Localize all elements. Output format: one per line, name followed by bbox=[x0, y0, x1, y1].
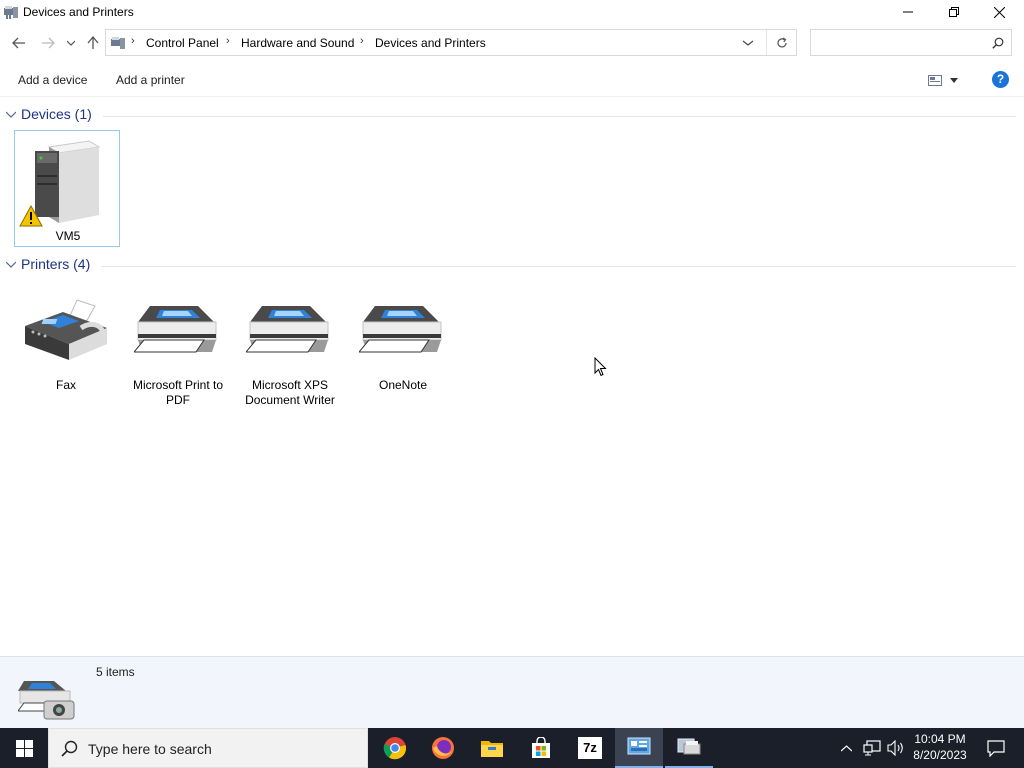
taskbar-store[interactable] bbox=[517, 728, 565, 768]
breadcrumb-hardware-and-sound[interactable]: Hardware and Sound bbox=[241, 36, 354, 50]
group-divider bbox=[101, 266, 1016, 267]
printer-tile-microsoft-xps-document-writer[interactable]: Microsoft XPS Document Writer bbox=[237, 290, 343, 410]
printer-label: Fax bbox=[55, 378, 76, 392]
caret-down-icon bbox=[950, 77, 958, 83]
device-tile-vm5[interactable]: VM5 bbox=[14, 130, 120, 247]
address-history-button[interactable] bbox=[736, 30, 760, 55]
printers-group-header[interactable]: Printers (4) bbox=[6, 256, 1016, 276]
printer-icon bbox=[246, 306, 329, 353]
command-bar: Add a device Add a printer ? bbox=[0, 64, 1024, 97]
show-hidden-icons-button[interactable] bbox=[836, 728, 856, 768]
add-printer-button[interactable]: Add a printer bbox=[116, 73, 185, 87]
minimize-button[interactable] bbox=[885, 0, 931, 24]
details-pane: 5 items bbox=[0, 656, 1024, 729]
back-arrow-icon bbox=[12, 37, 25, 49]
search-icon bbox=[61, 740, 78, 757]
taskbar-file-explorer[interactable] bbox=[468, 728, 516, 768]
devices-group-header[interactable]: Devices (1) bbox=[6, 106, 1016, 126]
windows-logo-icon bbox=[15, 739, 33, 757]
clock-date: 8/20/2023 bbox=[913, 748, 967, 762]
store-icon bbox=[532, 737, 550, 758]
help-button[interactable]: ? bbox=[992, 71, 1009, 88]
chevron-up-icon bbox=[840, 744, 852, 751]
breadcrumb-separator[interactable]: › bbox=[360, 35, 364, 47]
taskbar-firefox[interactable] bbox=[419, 728, 467, 768]
mouse-cursor-icon bbox=[594, 357, 607, 377]
printers-group-title: Printers (4) bbox=[21, 256, 91, 272]
fax-icon bbox=[25, 299, 107, 360]
printer-label: Microsoft XPS Document Writer bbox=[245, 378, 335, 407]
close-button[interactable] bbox=[976, 0, 1022, 24]
group-divider bbox=[103, 116, 1016, 117]
printer-icon bbox=[134, 306, 217, 353]
taskbar-search-placeholder: Type here to search bbox=[88, 741, 212, 757]
firefox-icon bbox=[432, 737, 454, 759]
close-icon bbox=[993, 6, 1005, 18]
forward-button[interactable] bbox=[37, 32, 59, 54]
speaker-icon bbox=[887, 740, 903, 756]
collapse-chevron-icon bbox=[6, 111, 16, 118]
forward-arrow-icon bbox=[42, 37, 55, 49]
up-arrow-icon bbox=[87, 36, 99, 49]
action-center-button[interactable] bbox=[976, 728, 1016, 768]
minimize-icon bbox=[903, 11, 913, 13]
chrome-icon bbox=[383, 737, 407, 760]
search-icon bbox=[992, 37, 1004, 49]
network-icon bbox=[863, 740, 881, 756]
device-label: VM5 bbox=[55, 229, 81, 243]
item-count: 5 items bbox=[96, 665, 135, 679]
change-view-button[interactable] bbox=[928, 70, 968, 90]
printer-label: Microsoft Print to PDF bbox=[132, 378, 224, 407]
notification-icon bbox=[987, 739, 1005, 757]
network-button[interactable] bbox=[860, 728, 884, 768]
back-button[interactable] bbox=[8, 32, 30, 54]
address-bar[interactable]: › Control Panel › Hardware and Sound › D… bbox=[105, 29, 797, 56]
control-panel-location-icon bbox=[111, 37, 125, 49]
taskbar-control-panel[interactable] bbox=[615, 728, 663, 768]
view-options-icon bbox=[928, 74, 942, 86]
devices-group-title: Devices (1) bbox=[21, 106, 92, 122]
refresh-icon bbox=[777, 36, 787, 47]
collapse-chevron-icon bbox=[6, 261, 16, 268]
taskbar-7zip[interactable]: 7z bbox=[566, 728, 614, 768]
printer-label: OneNote bbox=[378, 378, 428, 392]
restore-icon bbox=[949, 7, 959, 17]
search-input[interactable] bbox=[815, 33, 989, 54]
printer-tile-onenote[interactable]: OneNote bbox=[350, 290, 456, 410]
taskbar-devices-and-printers[interactable] bbox=[665, 728, 713, 768]
search-box[interactable] bbox=[810, 29, 1012, 56]
breadcrumb-separator[interactable]: › bbox=[226, 35, 230, 47]
control-panel-icon bbox=[627, 737, 651, 755]
breadcrumb-separator: › bbox=[131, 35, 135, 47]
clock-time: 10:04 PM bbox=[914, 732, 966, 746]
chevron-down-icon bbox=[67, 40, 75, 46]
devices-printers-app-icon bbox=[4, 6, 18, 19]
breadcrumb-control-panel[interactable]: Control Panel bbox=[146, 36, 219, 50]
breadcrumb-devices-and-printers[interactable]: Devices and Printers bbox=[375, 36, 486, 50]
chevron-down-icon bbox=[743, 40, 753, 46]
restore-button[interactable] bbox=[931, 0, 977, 24]
printer-tile-fax[interactable]: Fax bbox=[13, 290, 119, 410]
taskbar-search-box[interactable]: Type here to search bbox=[48, 728, 368, 768]
printer-icon bbox=[359, 306, 442, 353]
start-button[interactable] bbox=[0, 728, 48, 768]
7zip-icon: 7z bbox=[578, 737, 602, 759]
devices-and-printers-large-icon bbox=[18, 681, 75, 720]
printer-tile-microsoft-print-to-pdf[interactable]: Microsoft Print to PDF bbox=[125, 290, 231, 410]
taskbar-chrome[interactable] bbox=[371, 728, 419, 768]
title-bar: Devices and Printers bbox=[0, 0, 1024, 24]
file-explorer-icon bbox=[481, 741, 503, 757]
add-device-button[interactable]: Add a device bbox=[18, 73, 87, 87]
volume-button[interactable] bbox=[884, 728, 908, 768]
warning-icon bbox=[19, 205, 43, 227]
recent-locations-button[interactable] bbox=[62, 32, 80, 54]
up-button[interactable] bbox=[82, 32, 104, 54]
clock[interactable]: 10:04 PM 8/20/2023 bbox=[910, 731, 970, 764]
window-title: Devices and Printers bbox=[23, 5, 134, 19]
devices-printers-icon bbox=[677, 738, 701, 755]
help-icon: ? bbox=[996, 72, 1005, 86]
refresh-button[interactable] bbox=[766, 30, 797, 55]
